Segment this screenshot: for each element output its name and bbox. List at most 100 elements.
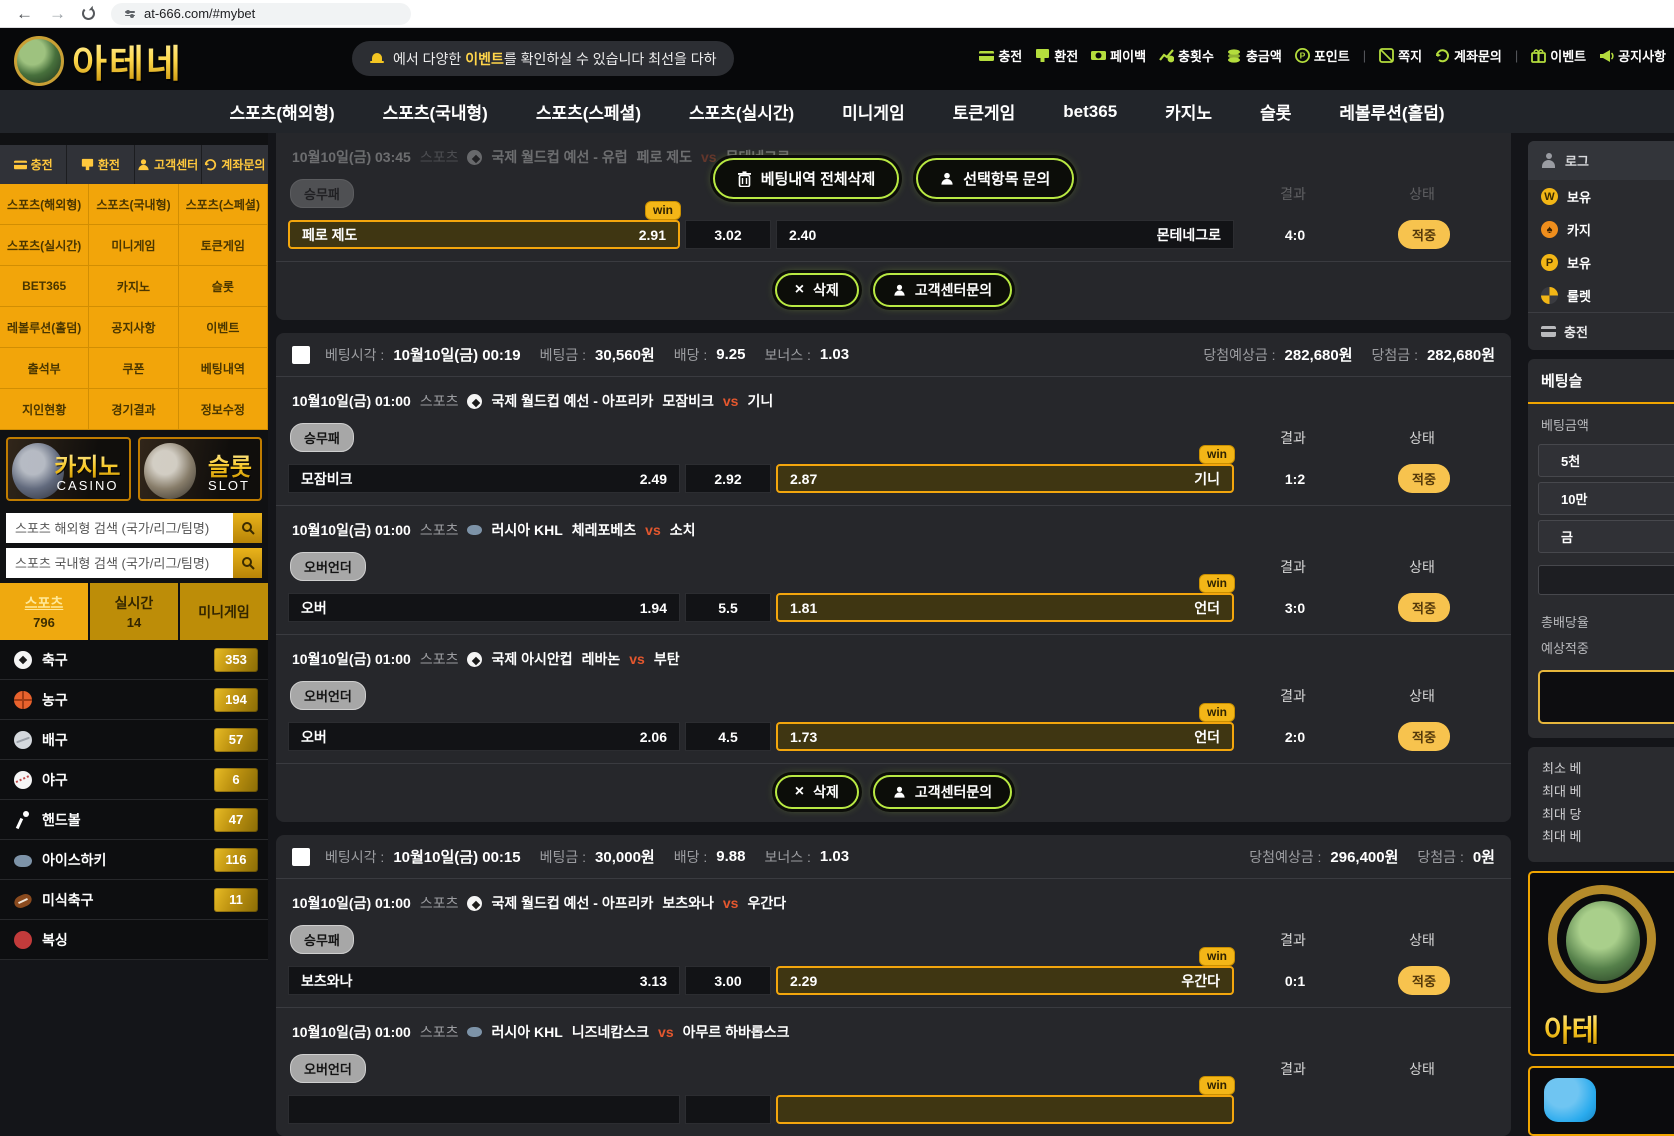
- odds-handicap[interactable]: 5.5: [685, 593, 771, 622]
- odds-over[interactable]: 오버 2.06: [288, 722, 680, 751]
- odds-over[interactable]: [288, 1095, 680, 1124]
- quick-account-inquiry[interactable]: 계좌문의: [202, 145, 268, 184]
- bet-checkbox[interactable]: [292, 346, 310, 364]
- menu-item-exchange[interactable]: 환전: [1035, 46, 1078, 65]
- grid-coupon[interactable]: 쿠폰: [89, 348, 178, 389]
- sport-basketball[interactable]: 농구194: [0, 680, 268, 720]
- nav-casino[interactable]: 카지노: [1141, 99, 1236, 124]
- quick-exchange[interactable]: 환전: [67, 145, 134, 184]
- nav-tokengame[interactable]: 토큰게임: [929, 99, 1040, 124]
- grid-bet-history[interactable]: 베팅내역: [179, 348, 268, 389]
- quick-amount-5k-button[interactable]: 5천: [1538, 444, 1674, 477]
- bet-amount-input[interactable]: [1538, 565, 1674, 595]
- menu-item-charge[interactable]: 충전: [979, 46, 1022, 65]
- tab-minigame[interactable]: 미니게임: [178, 583, 268, 640]
- place-bet-button[interactable]: [1538, 670, 1674, 724]
- nav-bet365[interactable]: bet365: [1039, 102, 1141, 122]
- messenger-banner[interactable]: [1528, 1066, 1674, 1136]
- grid-event[interactable]: 이벤트: [179, 307, 268, 348]
- odds-under-selected[interactable]: win: [776, 1095, 1234, 1124]
- grid-minigame[interactable]: 미니게임: [89, 225, 178, 266]
- sport-soccer[interactable]: 축구353: [0, 640, 268, 680]
- nav-sports-overseas[interactable]: 스포츠(해외형): [205, 99, 358, 124]
- delete-bet-button[interactable]: ×삭제: [775, 775, 859, 809]
- grid-sports-special[interactable]: 스포츠(스페셜): [179, 184, 268, 225]
- bet-checkbox[interactable]: [292, 848, 310, 866]
- url-text[interactable]: at-666.com/#mybet: [144, 6, 255, 21]
- search-overseas-input[interactable]: [6, 513, 233, 543]
- quick-customer-center[interactable]: 고객센터: [135, 145, 202, 184]
- inquire-selected-button[interactable]: 선택항목 문의: [916, 158, 1074, 199]
- grid-sports-domestic[interactable]: 스포츠(국내형): [89, 184, 178, 225]
- odds-under-selected[interactable]: win 1.81 언더: [776, 593, 1234, 622]
- site-logo[interactable]: 아테네: [14, 33, 183, 88]
- grid-referral[interactable]: 지인현황: [0, 389, 89, 430]
- odds-under-selected[interactable]: win 1.73 언더: [776, 722, 1234, 751]
- odds-handicap[interactable]: 4.5: [685, 722, 771, 751]
- odds-over[interactable]: 오버 1.94: [288, 593, 680, 622]
- customer-inquiry-button[interactable]: 고객센터문의: [873, 273, 1012, 307]
- odds-home[interactable]: 모잠비크 2.49: [288, 464, 680, 493]
- customer-inquiry-button[interactable]: 고객센터문의: [873, 775, 1012, 809]
- grid-slot[interactable]: 슬롯: [179, 266, 268, 307]
- nav-sports-special[interactable]: 스포츠(스페셜): [512, 99, 665, 124]
- mascot-banner[interactable]: 아테: [1528, 871, 1674, 1056]
- nav-sports-live[interactable]: 스포츠(실시간): [665, 99, 818, 124]
- login-row[interactable]: 로그: [1528, 141, 1674, 180]
- odds-away[interactable]: 2.40 몬테네그로: [776, 220, 1234, 249]
- forward-icon[interactable]: →: [49, 4, 66, 24]
- nav-minigame[interactable]: 미니게임: [818, 99, 929, 124]
- delete-all-bets-button[interactable]: 베팅내역 전체삭제: [713, 158, 900, 199]
- menu-item-point[interactable]: P포인트: [1295, 46, 1350, 65]
- sport-handball[interactable]: 핸드볼47: [0, 800, 268, 840]
- menu-item-account-inquiry[interactable]: 계좌문의: [1435, 46, 1502, 65]
- odds-home[interactable]: 보츠와나 3.13: [288, 966, 680, 995]
- grid-notice[interactable]: 공지사항: [89, 307, 178, 348]
- grid-sports-overseas[interactable]: 스포츠(해외형): [0, 184, 89, 225]
- casino-money-row[interactable]: ♠ 카지: [1528, 213, 1674, 246]
- nav-revolution-holdem[interactable]: 레볼루션(홀덤): [1315, 99, 1468, 124]
- odds-away-selected[interactable]: win 2.29 우간다: [776, 966, 1234, 995]
- menu-item-event[interactable]: 이벤트: [1531, 46, 1586, 65]
- odds-draw[interactable]: 3.00: [685, 966, 771, 995]
- odds-draw[interactable]: 2.92: [685, 464, 771, 493]
- back-icon[interactable]: ←: [16, 4, 33, 24]
- delete-bet-button[interactable]: ×삭제: [775, 273, 859, 307]
- odds-home-selected[interactable]: win 페로 제도 2.91: [288, 220, 680, 249]
- menu-item-message[interactable]: 쪽지: [1379, 46, 1422, 65]
- nav-sports-domestic[interactable]: 스포츠(국내형): [359, 99, 512, 124]
- grid-bet365[interactable]: BET365: [0, 266, 89, 307]
- quick-charge[interactable]: 충전: [0, 145, 67, 184]
- site-info-icon[interactable]: [125, 11, 135, 16]
- search-domestic-button[interactable]: [233, 548, 262, 578]
- held-point-row[interactable]: P 보유: [1528, 246, 1674, 279]
- address-bar[interactable]: at-666.com/#mybet: [111, 3, 411, 25]
- odds-away-selected[interactable]: win 2.87 기니: [776, 464, 1234, 493]
- casino-banner[interactable]: 카지노 CASINO: [6, 437, 131, 501]
- grid-edit-info[interactable]: 정보수정: [179, 389, 268, 430]
- sport-boxing[interactable]: 복싱: [0, 920, 268, 960]
- reload-icon[interactable]: [82, 7, 95, 20]
- grid-attendance[interactable]: 출석부: [0, 348, 89, 389]
- grid-casino[interactable]: 카지노: [89, 266, 178, 307]
- menu-item-charge-count[interactable]: 충횟수: [1159, 46, 1214, 65]
- menu-item-payback[interactable]: 페이백: [1091, 46, 1146, 65]
- sport-baseball[interactable]: 야구6: [0, 760, 268, 800]
- tab-live[interactable]: 실시간14: [88, 583, 178, 640]
- grid-match-results[interactable]: 경기결과: [89, 389, 178, 430]
- charge-row[interactable]: 충전: [1528, 312, 1674, 350]
- odds-handicap[interactable]: [685, 1095, 771, 1124]
- slot-banner[interactable]: 슬롯 SLOT: [138, 437, 263, 501]
- menu-item-charge-amount[interactable]: 충금액: [1227, 46, 1282, 65]
- sport-icehockey[interactable]: 아이스하키116: [0, 840, 268, 880]
- grid-revolution-holdem[interactable]: 레볼루션(홀덤): [0, 307, 89, 348]
- held-money-row[interactable]: W 보유: [1528, 180, 1674, 213]
- odds-draw[interactable]: 3.02: [685, 220, 771, 249]
- grid-tokengame[interactable]: 토큰게임: [179, 225, 268, 266]
- grid-sports-live[interactable]: 스포츠(실시간): [0, 225, 89, 266]
- roulette-row[interactable]: 룰렛: [1528, 279, 1674, 312]
- quick-amount-100k-button[interactable]: 10만: [1538, 482, 1674, 515]
- search-domestic-input[interactable]: [6, 548, 233, 578]
- sport-american-football[interactable]: 미식축구11: [0, 880, 268, 920]
- tab-sports[interactable]: 스포츠796: [0, 583, 88, 640]
